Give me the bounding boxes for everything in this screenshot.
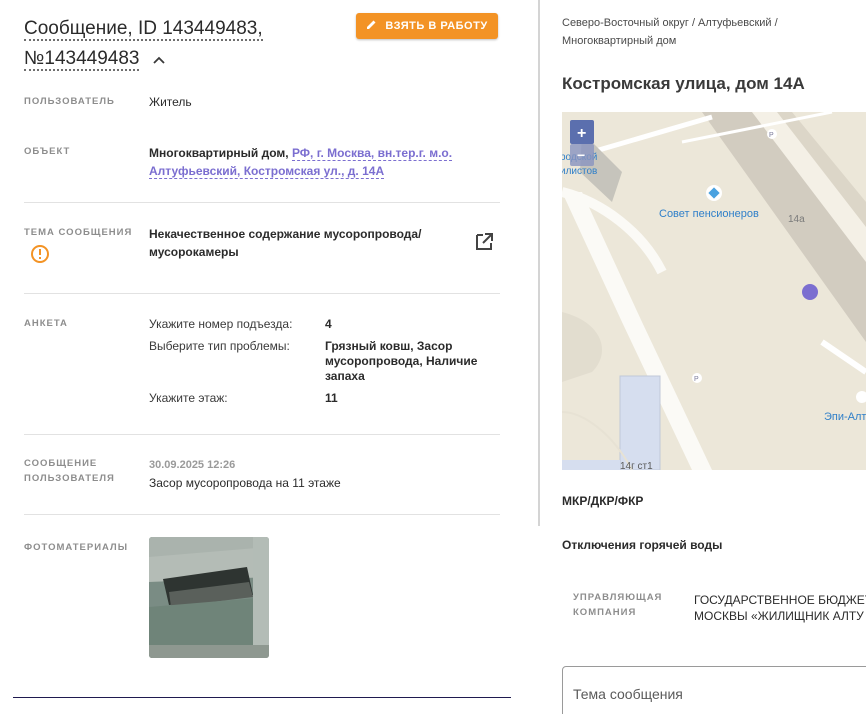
survey-answer-problem: Грязный ковш, Засор мусоропровода, Налич… (325, 339, 495, 384)
object-type: Многоквартирный дом, (149, 146, 289, 160)
location-panel: Северо-Восточный округ / Алтуфьевский / … (540, 0, 866, 714)
topic-value: Некачественное содержание мусоропровода/… (149, 225, 421, 261)
take-to-work-label: ВЗЯТЬ В РАБОТУ (385, 20, 488, 32)
survey-answer-floor: 11 (325, 391, 338, 405)
survey-question-floor: Укажите этаж: (149, 391, 228, 405)
bottom-divider (13, 697, 511, 698)
survey-question-entrance: Укажите номер подъезда: (149, 317, 293, 331)
topic-line2: мусорокамеры (149, 245, 239, 259)
breadcrumb-line: Северо-Восточный округ / Алтуфьевский / (562, 17, 778, 29)
hot-water-link[interactable]: Отключения горячей воды (562, 538, 722, 552)
message-details-panel: Сообщение, ID 143449483, №143449483 ВЗЯТ… (0, 0, 538, 714)
divider (24, 434, 500, 435)
chevron-up-icon[interactable] (153, 45, 165, 64)
map-label-epi: Эпи-Алт (824, 411, 866, 423)
answer-line: мусоропровода, Наличие (325, 354, 478, 368)
object-value: Многоквартирный дом, РФ, г. Москва, вн.т… (149, 144, 479, 180)
parking-icon: P (769, 132, 774, 139)
survey-question-problem: Выберите тип проблемы: (149, 339, 290, 353)
label-line: СООБЩЕНИЕ (24, 458, 98, 469)
management-company-label: УПРАВЛЯЮЩАЯ КОМПАНИЯ (573, 590, 662, 620)
map[interactable]: Совет пенсионеров 14а 14г ст1 Эпи-Алт ро… (562, 112, 866, 470)
value-line: ГОСУДАРСТВЕННОЕ БЮДЖЕТ (694, 593, 866, 607)
breadcrumb-line: Многоквартирный дом (562, 35, 677, 47)
photos-label: ФОТОМАТЕРИАЛЫ (24, 542, 129, 553)
take-to-work-button[interactable]: ВЗЯТЬ В РАБОТУ (356, 13, 498, 39)
management-company-value: ГОСУДАРСТВЕННОЕ БЮДЖЕТ МОСКВЫ «ЖИЛИЩНИК … (694, 592, 866, 624)
message-date: 30.09.2025 12:26 (149, 459, 236, 471)
value-line: МОСКВЫ «ЖИЛИЩНИК АЛТУ (694, 609, 864, 623)
photo-thumbnail[interactable] (149, 537, 269, 658)
message-text: Засор мусоропровода на 11 этаже (149, 476, 341, 490)
address-title: Костромская улица, дом 14А (562, 74, 805, 93)
user-label: ПОЛЬЗОВАТЕЛЬ (24, 96, 115, 107)
label-line: ПОЛЬЗОВАТЕЛЯ (24, 473, 115, 484)
zoom-in-button[interactable]: + (577, 125, 586, 142)
title-line2: №143449483 (24, 48, 140, 71)
pencil-icon (366, 19, 377, 33)
label-line: КОМПАНИЯ (573, 607, 637, 618)
divider (24, 514, 500, 515)
divider (24, 202, 500, 203)
divider (24, 293, 500, 294)
message-label: СООБЩЕНИЕ ПОЛЬЗОВАТЕЛЯ (24, 456, 115, 486)
zoom-out-button[interactable]: − (577, 147, 585, 163)
map-label-14g: 14г ст1 (620, 461, 653, 470)
map-label-14a: 14а (788, 214, 805, 225)
map-label-council: Совет пенсионеров (659, 208, 759, 220)
warning-icon (30, 244, 50, 269)
user-value: Житель (149, 95, 192, 109)
object-address-link-2[interactable]: Алтуфьевский, Костромская ул., д. 14А (149, 164, 385, 179)
survey-label: АНКЕТА (24, 318, 68, 329)
message-topic-input[interactable] (562, 666, 866, 714)
object-address-link-1[interactable]: РФ, г. Москва, вн.тер.г. м.о. (291, 146, 453, 161)
page-title: Сообщение, ID 143449483, №143449483 (24, 14, 344, 74)
answer-line: Грязный ковш, Засор (325, 339, 453, 353)
parking-icon: P (694, 376, 699, 383)
topic-label: ТЕМА СООБЩЕНИЯ (24, 227, 133, 238)
breadcrumb: Северо-Восточный округ / Алтуфьевский / … (562, 14, 862, 50)
map-label-partial2: илистов (562, 166, 597, 177)
title-line1: Сообщение, ID 143449483, (24, 18, 263, 41)
survey-answer-entrance: 4 (325, 317, 332, 331)
label-line: УПРАВЛЯЮЩАЯ (573, 592, 663, 603)
object-label: ОБЪЕКТ (24, 146, 71, 157)
answer-line: запаха (325, 369, 365, 383)
topic-line1: Некачественное содержание мусоропровода/ (149, 227, 422, 241)
mkr-link[interactable]: МКР/ДКР/ФКР (562, 494, 643, 508)
open-external-icon[interactable] (474, 232, 494, 257)
